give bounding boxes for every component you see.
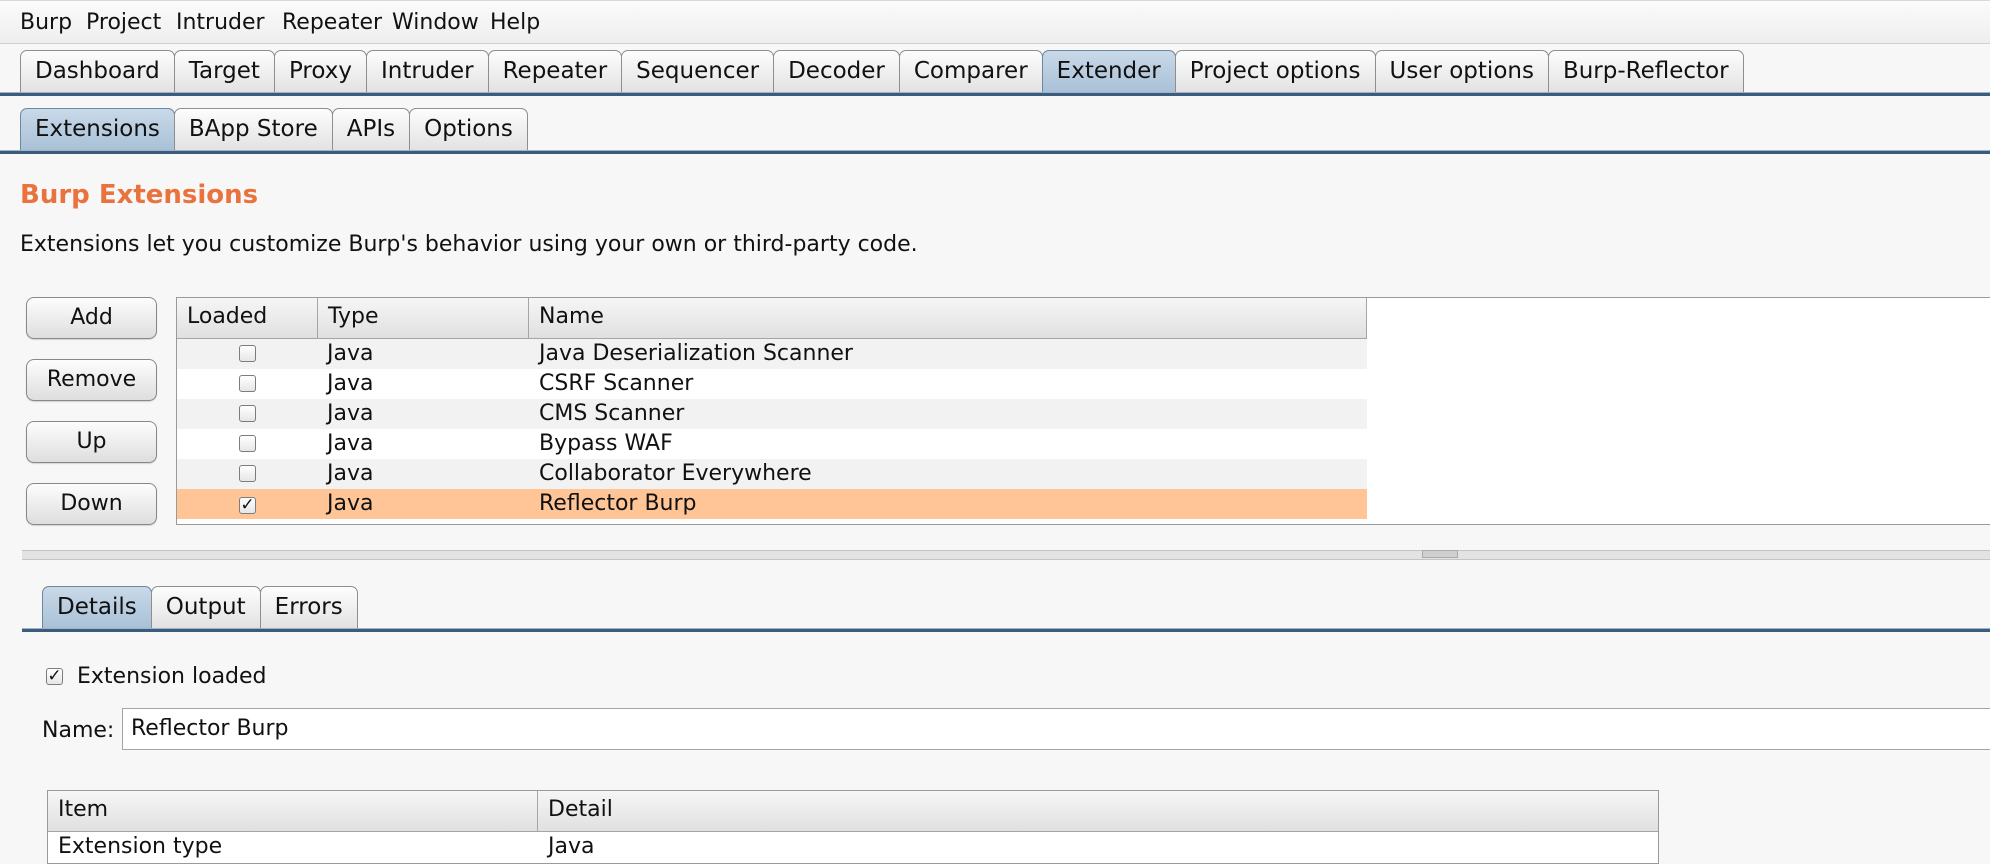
tab-bapp-store[interactable]: BApp Store bbox=[173, 108, 333, 150]
menu-bar: Burp Project Intruder Repeater Window He… bbox=[0, 0, 1990, 44]
column-type[interactable]: Type bbox=[318, 298, 529, 338]
details-table: Item Detail Extension type Java bbox=[47, 790, 1659, 864]
down-button[interactable]: Down bbox=[26, 483, 157, 525]
tab-dashboard[interactable]: Dashboard bbox=[20, 50, 175, 92]
extension-name: Java Deserialization Scanner bbox=[539, 341, 853, 366]
details-table-header: Item Detail bbox=[48, 791, 1658, 832]
detail-tab-bar: Details Output Errors bbox=[42, 586, 358, 628]
extension-row[interactable]: Java Bypass WAF bbox=[177, 429, 1367, 459]
menu-intruder[interactable]: Intruder bbox=[176, 10, 265, 35]
extension-name: Bypass WAF bbox=[539, 431, 673, 456]
details-row[interactable]: Extension type Java bbox=[48, 832, 1658, 862]
remove-button[interactable]: Remove bbox=[26, 359, 157, 401]
extension-loaded-row: ✓ Extension loaded bbox=[46, 664, 267, 689]
tab-repeater[interactable]: Repeater bbox=[487, 50, 623, 92]
loaded-checkbox[interactable]: ✓ bbox=[239, 497, 256, 514]
extension-row[interactable]: ✓ Java Reflector Burp bbox=[177, 489, 1367, 519]
extension-type: Java bbox=[327, 431, 374, 456]
extension-loaded-label: Extension loaded bbox=[77, 664, 267, 689]
name-label: Name: bbox=[42, 718, 115, 743]
extensions-table: Loaded Type Name Java Java Deserializatio… bbox=[176, 297, 1990, 525]
tab-project-options[interactable]: Project options bbox=[1174, 50, 1376, 92]
extension-type: Java bbox=[327, 401, 374, 426]
sub-tab-bar: Extensions BApp Store APIs Options bbox=[20, 108, 528, 150]
tab-comparer[interactable]: Comparer bbox=[898, 50, 1043, 92]
tab-apis[interactable]: APIs bbox=[331, 108, 411, 150]
details-detail: Java bbox=[548, 834, 595, 859]
column-item[interactable]: Item bbox=[48, 791, 538, 831]
extension-type: Java bbox=[327, 491, 374, 516]
split-pane-divider[interactable] bbox=[22, 550, 1990, 560]
menu-window[interactable]: Window bbox=[392, 10, 479, 35]
extension-type: Java bbox=[327, 371, 374, 396]
menu-burp[interactable]: Burp bbox=[20, 10, 72, 35]
extension-row[interactable]: Java Collaborator Everywhere bbox=[177, 459, 1367, 489]
loaded-checkbox[interactable] bbox=[239, 375, 256, 392]
column-name[interactable]: Name bbox=[529, 298, 1367, 338]
sub-tab-divider bbox=[0, 150, 1990, 154]
extension-name: CSRF Scanner bbox=[539, 371, 694, 396]
tab-output[interactable]: Output bbox=[150, 586, 261, 628]
extension-name: Collaborator Everywhere bbox=[539, 461, 812, 486]
extension-row[interactable]: Java Java Deserialization Scanner bbox=[177, 339, 1367, 369]
tab-intruder[interactable]: Intruder bbox=[365, 50, 489, 92]
main-tab-bar: Dashboard Target Proxy Intruder Repeater… bbox=[20, 50, 1744, 92]
section-title: Burp Extensions bbox=[20, 180, 259, 210]
menu-project[interactable]: Project bbox=[86, 10, 161, 35]
extensions-table-header: Loaded Type Name bbox=[177, 298, 1367, 339]
tab-errors[interactable]: Errors bbox=[259, 586, 358, 628]
loaded-checkbox[interactable] bbox=[239, 345, 256, 362]
loaded-checkbox[interactable] bbox=[239, 465, 256, 482]
extension-name: CMS Scanner bbox=[539, 401, 685, 426]
main-tab-divider bbox=[0, 92, 1990, 96]
menu-help[interactable]: Help bbox=[490, 10, 540, 35]
column-detail[interactable]: Detail bbox=[538, 791, 1658, 831]
column-loaded[interactable]: Loaded bbox=[177, 298, 318, 338]
up-button[interactable]: Up bbox=[26, 421, 157, 463]
tab-extensions[interactable]: Extensions bbox=[20, 108, 175, 150]
tab-burp-reflector[interactable]: Burp-Reflector bbox=[1547, 50, 1744, 92]
tab-sequencer[interactable]: Sequencer bbox=[621, 50, 775, 92]
extension-type: Java bbox=[327, 461, 374, 486]
loaded-checkbox[interactable] bbox=[239, 405, 256, 422]
tab-user-options[interactable]: User options bbox=[1374, 50, 1549, 92]
split-pane-grip[interactable] bbox=[1422, 550, 1458, 558]
extension-row[interactable]: Java CSRF Scanner bbox=[177, 369, 1367, 399]
section-description: Extensions let you customize Burp's beha… bbox=[20, 232, 918, 257]
tab-details[interactable]: Details bbox=[42, 586, 152, 628]
extension-type: Java bbox=[327, 341, 374, 366]
tab-proxy[interactable]: Proxy bbox=[273, 50, 367, 92]
menu-repeater[interactable]: Repeater bbox=[282, 10, 382, 35]
extension-row[interactable]: Java CMS Scanner bbox=[177, 399, 1367, 429]
details-item: Extension type bbox=[58, 834, 223, 859]
tab-extender[interactable]: Extender bbox=[1041, 50, 1176, 92]
detail-tab-divider bbox=[22, 628, 1990, 632]
extension-loaded-checkbox[interactable]: ✓ bbox=[46, 668, 63, 685]
tab-options[interactable]: Options bbox=[409, 108, 528, 150]
add-button[interactable]: Add bbox=[26, 297, 157, 339]
tab-decoder[interactable]: Decoder bbox=[773, 50, 900, 92]
extension-name: Reflector Burp bbox=[539, 491, 697, 516]
name-field[interactable]: Reflector Burp bbox=[122, 708, 1990, 750]
loaded-checkbox[interactable] bbox=[239, 435, 256, 452]
tab-target[interactable]: Target bbox=[173, 50, 275, 92]
